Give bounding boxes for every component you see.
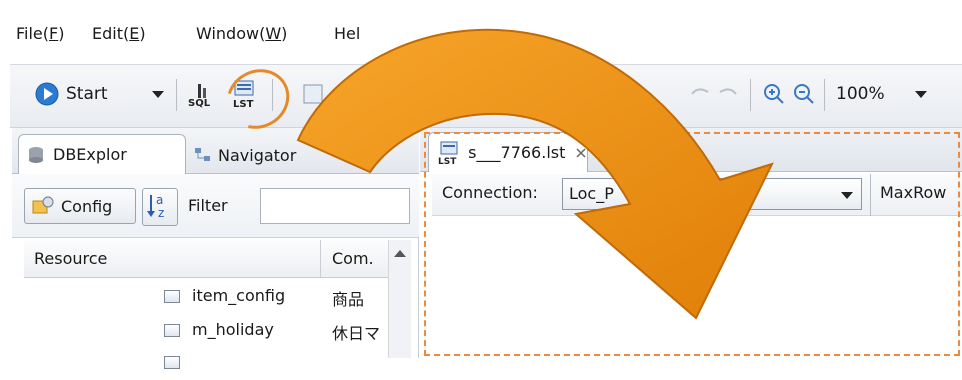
curved-arrow-icon [296,28,774,320]
